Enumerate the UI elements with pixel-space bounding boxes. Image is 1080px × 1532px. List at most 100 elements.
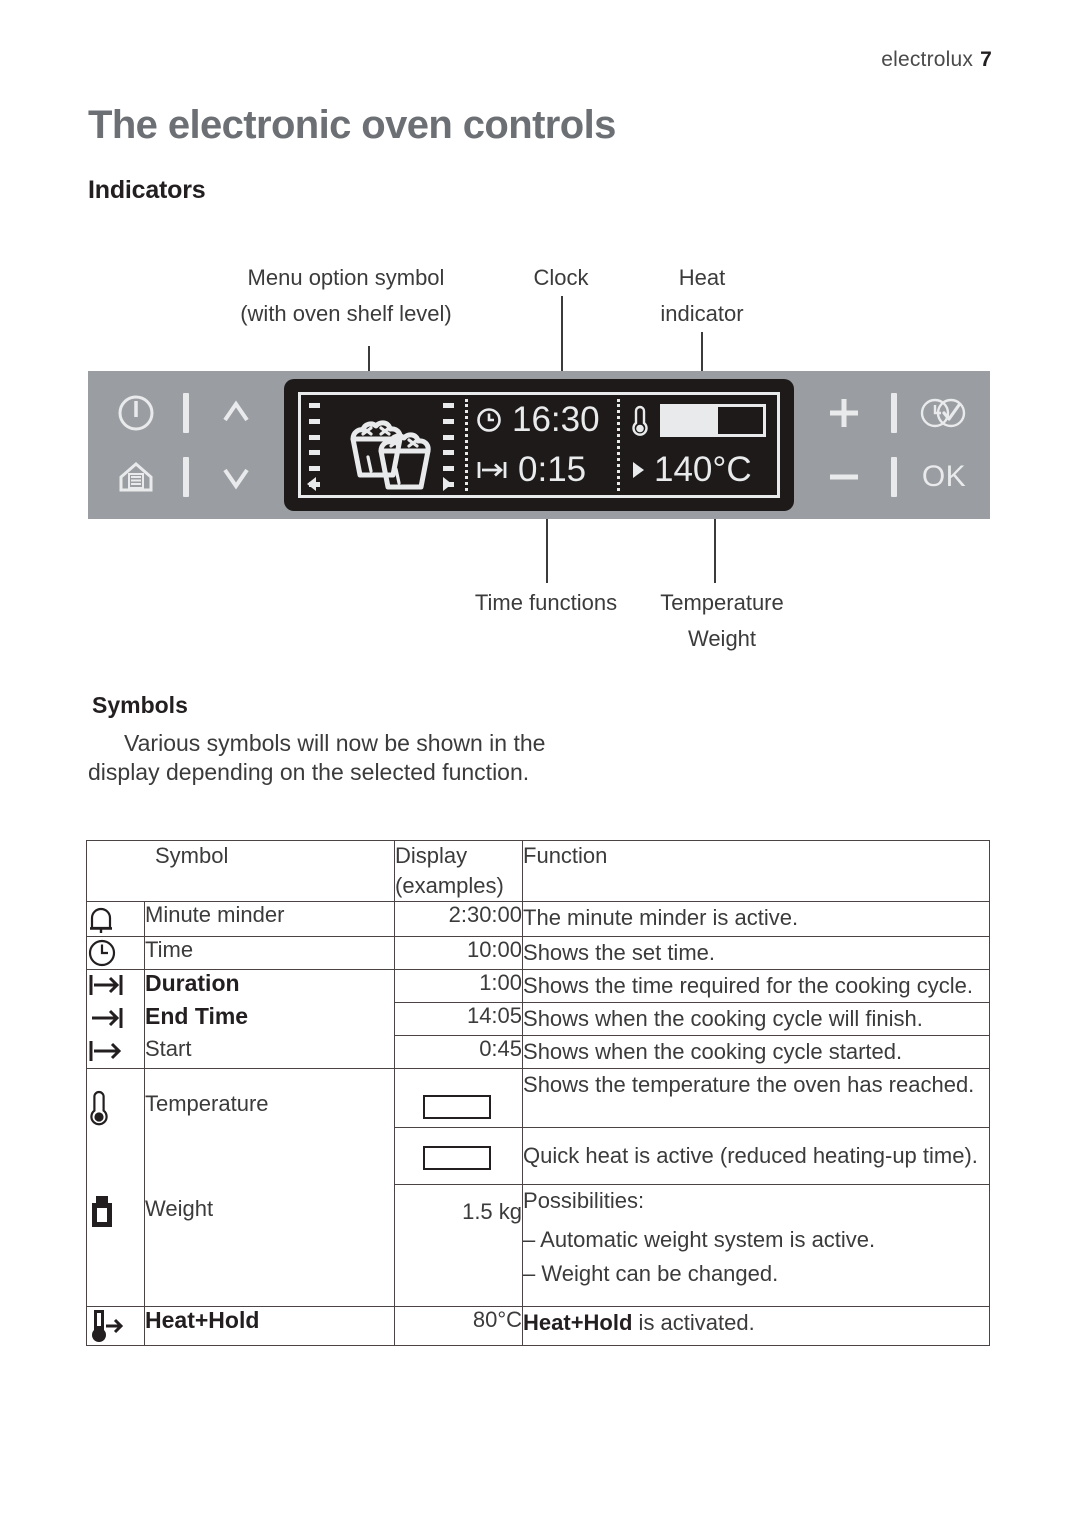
function-suffix: is activated. — [632, 1309, 755, 1335]
symbol-name — [143, 1127, 396, 1185]
lcd-temperature-value: 140°C — [654, 450, 752, 489]
lcd-clock-row: 16:30 — [468, 395, 620, 445]
plus-key-row[interactable] — [817, 390, 971, 436]
callout-clock-label: Clock — [533, 265, 589, 290]
power-icon[interactable] — [109, 390, 163, 436]
function-line-2: – Weight can be changed. — [523, 1260, 779, 1286]
table-row: End Time 14:05 Shows when the cooking cy… — [86, 1002, 990, 1036]
menu-key-row[interactable] — [109, 454, 263, 500]
lcd-duration-row: 0:15 — [468, 445, 620, 495]
callout-menu-option-line2: (with oven shelf level) — [240, 301, 452, 326]
callout-heat-line1: Heat — [678, 265, 726, 290]
header-display-line2: (examples) — [395, 873, 504, 898]
minus-icon[interactable] — [817, 454, 871, 500]
table-row: Quick heat is active (reduced heating-up… — [86, 1126, 990, 1185]
callout-weight-label: Weight — [687, 626, 757, 651]
callout-temperature-label: Temperature — [660, 590, 784, 615]
chevron-up-icon[interactable] — [209, 390, 263, 436]
right-key-cluster: OK — [798, 371, 990, 519]
display-example: 14:05 — [394, 1002, 524, 1036]
left-key-cluster — [88, 371, 284, 519]
power-key-row[interactable] — [109, 390, 263, 436]
symbol-cell — [86, 901, 145, 937]
display-example: 1.5 kg — [394, 1183, 524, 1307]
symbols-paragraph: Various symbols will now be shown in the… — [88, 730, 546, 785]
table-row: Start 0:45 Shows when the cooking cycle … — [86, 1035, 990, 1069]
table-row: Duration 1:00 Shows the time required fo… — [86, 969, 990, 1003]
clock-check-icon[interactable] — [917, 390, 971, 436]
callout-time-functions: Time functions — [446, 585, 646, 621]
lcd-menu-zone — [301, 395, 468, 495]
heat-indicator-fill — [663, 406, 718, 434]
function-description: Heat+Hold is activated. — [522, 1305, 990, 1346]
brand-name: electrolux — [881, 48, 974, 71]
function-description: Shows the set time. — [522, 936, 990, 970]
callout-menu-option-line1: Menu option symbol — [247, 265, 445, 290]
function-description: Shows when the cooking cycle will finish… — [522, 1002, 990, 1036]
shelf-right-arrow-icon — [443, 477, 452, 491]
lcd-display: 16:30 0:15 140°C — [284, 379, 794, 511]
callout-heat-line2: indicator — [660, 301, 744, 326]
symbol-cell — [86, 1068, 145, 1127]
lcd-screen: 16:30 0:15 140°C — [298, 392, 780, 498]
two-muffins-icon — [333, 413, 437, 499]
function-bold-prefix: Heat+Hold — [523, 1309, 633, 1335]
display-example — [394, 1068, 524, 1128]
page-title: The electronic oven controls — [88, 103, 616, 147]
table-row: Heat+Hold 80°C Heat+Hold is activated. — [86, 1305, 990, 1346]
callout-heat-indicator: Heat indicator — [640, 260, 764, 332]
symbol-name: Heat+Hold — [143, 1305, 396, 1346]
symbol-cell — [86, 1035, 145, 1069]
temperature-bar-icon — [422, 1095, 491, 1120]
house-menu-icon[interactable] — [109, 454, 163, 500]
page-number: 7 — [980, 48, 992, 71]
symbol-name: Minute minder — [143, 901, 396, 937]
display-example: 1:00 — [394, 969, 524, 1003]
symbol-name: Start — [143, 1035, 396, 1069]
symbol-cell — [86, 1002, 145, 1036]
thermometer-icon — [630, 404, 650, 436]
leader-line-temperature — [714, 519, 716, 583]
quick-heat-bar-icon — [422, 1145, 491, 1170]
lcd-duration-value: 0:15 — [518, 450, 587, 489]
table-row: Temperature Shows the temperature the ov… — [86, 1068, 990, 1128]
ok-button-label[interactable]: OK — [917, 454, 971, 500]
callout-temperature-weight: Temperature Weight — [644, 585, 800, 657]
lcd-clock-value: 16:30 — [512, 400, 600, 439]
display-example: 0:45 — [394, 1035, 524, 1069]
header-display: Display (examples) — [394, 840, 524, 902]
callout-menu-option: Menu option symbol (with oven shelf leve… — [228, 260, 464, 332]
key-divider — [183, 393, 189, 433]
minus-key-row[interactable]: OK — [817, 454, 971, 500]
display-example: 2:30:00 — [394, 901, 524, 937]
function-line-0: Possibilities: — [523, 1187, 645, 1213]
oven-control-panel: 16:30 0:15 140°C OK — [88, 371, 990, 519]
clock-icon — [476, 407, 502, 433]
symbol-cell — [86, 936, 145, 970]
symbol-cell — [86, 1184, 145, 1307]
page-header: electrolux 7 — [881, 48, 992, 72]
display-example: 10:00 — [394, 936, 524, 970]
function-description: The minute minder is active. — [522, 901, 990, 937]
chevron-down-icon[interactable] — [209, 454, 263, 500]
callout-time-functions-label: Time functions — [474, 590, 618, 615]
heat-indicator-bar — [660, 403, 766, 437]
plus-icon[interactable] — [817, 390, 871, 436]
function-line-1: – Automatic weight system is active. — [523, 1226, 876, 1252]
table-row: Weight 1.5 kg Possibilities: – Automatic… — [86, 1183, 990, 1307]
header-symbol: Symbol — [85, 840, 396, 902]
table-header-row: Symbol Display (examples) Function — [85, 840, 990, 902]
key-divider — [183, 457, 189, 497]
lcd-time-zone: 16:30 0:15 — [468, 395, 620, 495]
symbol-name: Time — [143, 936, 396, 970]
key-divider — [891, 393, 897, 433]
function-description: Possibilities: – Automatic weight system… — [522, 1183, 990, 1307]
key-divider — [891, 457, 897, 497]
symbol-name: Duration — [143, 969, 396, 1003]
start-icon — [87, 1036, 144, 1066]
end-time-icon — [87, 1003, 144, 1033]
lcd-temp-row: 140°C — [620, 445, 777, 495]
lcd-temperature-zone: 140°C — [620, 395, 777, 495]
symbols-heading: Symbols — [92, 692, 188, 718]
symbol-name: Weight — [143, 1184, 396, 1307]
